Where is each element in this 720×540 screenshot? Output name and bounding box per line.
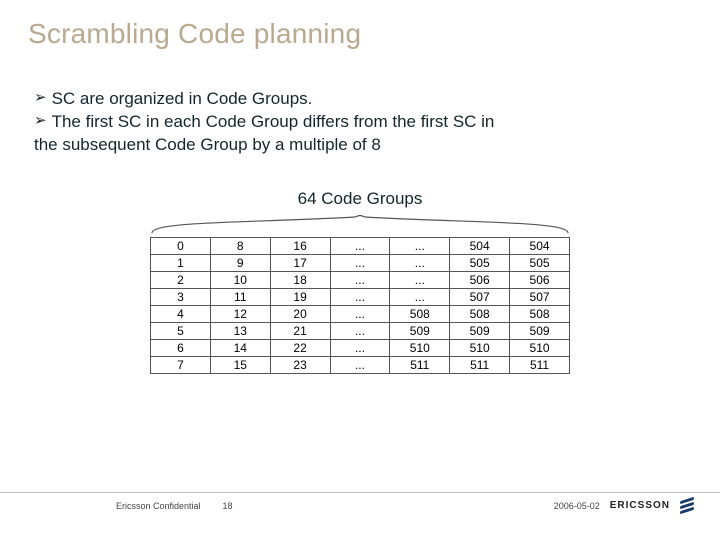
table-cell: ... [330,237,390,254]
page-title: Scrambling Code planning [0,0,720,50]
table-cell: 5 [151,322,211,339]
table-cell: 19 [270,288,330,305]
table-row: 31119......507507 [151,288,570,305]
table-cell: 507 [510,288,570,305]
table-cell: 508 [390,305,450,322]
table-row: 71523...511511511 [151,356,570,373]
table-cell: 510 [510,339,570,356]
chevron-right-icon: ➢ [34,88,47,111]
bullet-continuation: the subsequent Code Group by a multiple … [34,134,674,157]
table-cell: 0 [151,237,211,254]
table-cell: 509 [390,322,450,339]
table-cell: 508 [510,305,570,322]
table-cell: 507 [450,288,510,305]
table-cell: ... [330,339,390,356]
bullet-list: ➢ SC are organized in Code Groups. ➢ The… [34,88,674,157]
table-cell: 8 [210,237,270,254]
table-cell: 4 [151,305,211,322]
table-cell: 511 [450,356,510,373]
brace-icon [150,213,570,235]
footer-page-number: 18 [223,501,233,511]
table-row: 0816......504504 [151,237,570,254]
table-cell: 3 [151,288,211,305]
table-cell: 14 [210,339,270,356]
table-cell: 18 [270,271,330,288]
table-cell: 508 [450,305,510,322]
table-cell: 21 [270,322,330,339]
table-row: 41220...508508508 [151,305,570,322]
table-cell: 13 [210,322,270,339]
table-cell: 12 [210,305,270,322]
code-groups-table: 0816......5045041917......50550521018...… [150,237,570,374]
footer-confidential: Ericsson Confidential [116,501,201,511]
table-cell: ... [330,254,390,271]
table-cell: 7 [151,356,211,373]
footer-date: 2006-05-02 [554,501,600,511]
bullet-text: The first SC in each Code Group differs … [52,111,495,134]
table-cell: 17 [270,254,330,271]
table-cell: 15 [210,356,270,373]
table-cell: 2 [151,271,211,288]
table-cell: 506 [450,271,510,288]
table-cell: 509 [450,322,510,339]
bullet-item: ➢ SC are organized in Code Groups. [34,88,674,111]
table-row: 1917......505505 [151,254,570,271]
table-cell: 506 [510,271,570,288]
bullet-text: SC are organized in Code Groups. [52,88,313,111]
table-cell: 9 [210,254,270,271]
ericsson-logo-icon [680,497,694,515]
table-cell: 11 [210,288,270,305]
table-row: 21018......506506 [151,271,570,288]
table-row: 51321...509509509 [151,322,570,339]
table-cell: 505 [450,254,510,271]
table-cell: 511 [510,356,570,373]
table-cell: 23 [270,356,330,373]
table-cell: 6 [151,339,211,356]
brand-wordmark: ERICSSON [610,500,670,511]
table-caption: 64 Code Groups [0,189,720,209]
table-cell: 1 [151,254,211,271]
table-cell: 510 [450,339,510,356]
table-cell: 22 [270,339,330,356]
table-cell: ... [330,271,390,288]
table-cell: 505 [510,254,570,271]
table-cell: 511 [390,356,450,373]
table-cell: 504 [510,237,570,254]
table-cell: 504 [450,237,510,254]
table-cell: ... [390,288,450,305]
table-cell: 510 [390,339,450,356]
table-cell: ... [390,271,450,288]
table-cell: 10 [210,271,270,288]
footer-bar: Ericsson Confidential 18 2006-05-02 ERIC… [0,492,720,512]
table-cell: 20 [270,305,330,322]
table-cell: 509 [510,322,570,339]
table-row: 61422...510510510 [151,339,570,356]
chevron-right-icon: ➢ [34,111,47,134]
table-cell: 16 [270,237,330,254]
table-cell: ... [330,305,390,322]
table-cell: ... [330,288,390,305]
table-cell: ... [390,254,450,271]
table-cell: ... [390,237,450,254]
table-cell: ... [330,322,390,339]
table-cell: ... [330,356,390,373]
bullet-item: ➢ The first SC in each Code Group differ… [34,111,674,134]
